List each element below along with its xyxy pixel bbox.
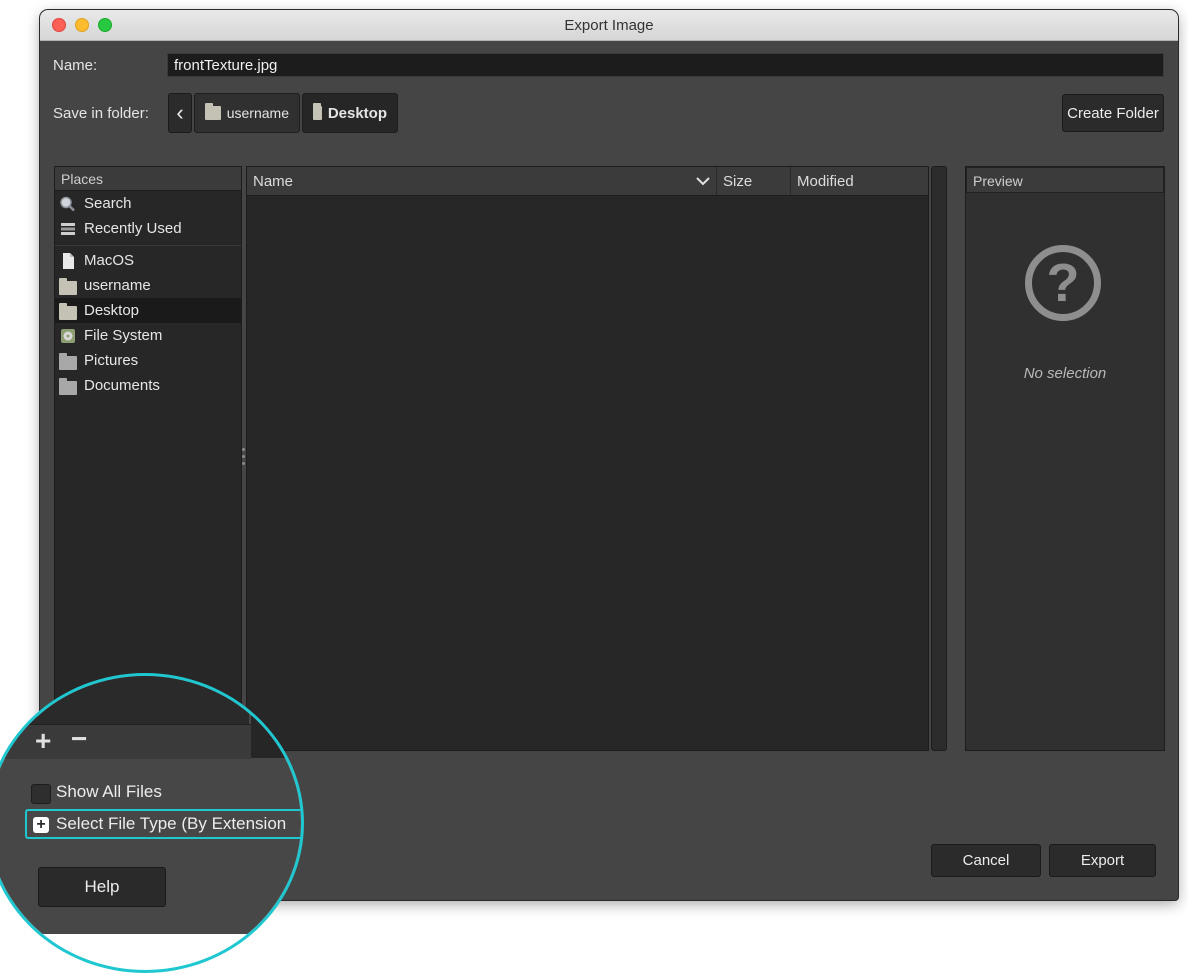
place-documents[interactable]: Documents [55,373,241,398]
expand-plus-icon: + [33,817,49,833]
save-in-folder-label: Save in folder: [53,105,149,122]
folder-icon [205,103,221,120]
remove-place-icon[interactable]: − [71,725,87,753]
column-header-modified[interactable]: Modified [791,167,928,195]
place-label: Documents [84,377,160,394]
folder-icon [313,103,322,120]
place-label: Search [84,195,132,212]
pane-splitter-handle[interactable] [242,455,245,458]
folder-icon [59,352,77,370]
place-label: Recently Used [84,220,182,237]
preview-panel: Preview ? No selection [965,166,1165,751]
breadcrumb-label: username [226,105,289,121]
chevron-down-icon [696,173,710,190]
places-toolbar: + − [0,724,251,759]
file-list-header: Name Size Modified [247,167,928,196]
create-folder-button[interactable]: Create Folder [1062,94,1164,132]
places-header: Places [55,167,241,191]
preview-empty-text: No selection [1023,365,1107,382]
place-label: username [84,277,151,294]
preview-header: Preview [966,167,1164,193]
file-name-input[interactable] [167,53,1164,77]
chevron-left-icon: ‹ [176,100,184,125]
place-recently-used[interactable]: Recently Used [55,216,241,241]
pane-splitter-handle[interactable] [242,462,245,465]
place-label: Pictures [84,352,139,369]
title-bar: Export Image [40,10,1178,41]
show-all-files-checkbox[interactable] [31,784,51,804]
place-search[interactable]: Search [55,191,241,216]
question-icon: ? [1025,245,1101,321]
column-label: Size [723,172,753,190]
place-pictures[interactable]: Pictures [55,348,241,373]
select-file-type-label: Select File Type (By Extension [56,814,287,833]
column-label: Name [253,172,294,190]
place-label: Desktop [84,302,140,319]
breadcrumb-username[interactable]: username [194,93,300,133]
file-list[interactable]: Name Size Modified [246,166,929,751]
help-button[interactable]: Help [38,867,166,907]
file-list-scrollbar[interactable] [931,166,947,751]
disk-icon [59,328,77,344]
cancel-button[interactable]: Cancel [931,844,1041,877]
place-file-system[interactable]: File System [55,323,241,348]
breadcrumb-desktop[interactable]: Desktop [302,93,398,133]
export-button[interactable]: Export [1049,844,1156,877]
folder-icon [59,277,77,295]
zoomed-file-list [251,676,301,758]
zoom-callout: + − Show All Files + Select File Type (B… [0,673,304,973]
pane-splitter-handle[interactable] [242,448,245,451]
name-label: Name: [53,57,98,74]
show-all-files-label: Show All Files [56,782,162,801]
place-label: File System [84,327,163,344]
places-divider [55,241,241,246]
breadcrumb-label: Desktop [327,104,387,122]
path-back-button[interactable]: ‹ [168,93,192,133]
place-username[interactable]: username [55,273,241,298]
window-title: Export Image [564,17,654,34]
search-icon [59,196,77,212]
place-label: MacOS [84,252,135,269]
places-panel: Places Search Recently Used MacOS userna… [54,166,242,751]
place-macos[interactable]: MacOS [55,248,241,273]
column-label: Modified [797,172,854,190]
document-icon [59,252,77,269]
recent-icon [59,221,77,237]
column-header-name[interactable]: Name [247,167,717,195]
add-place-icon[interactable]: + [35,727,51,755]
place-desktop[interactable]: Desktop [55,298,241,323]
folder-icon [59,302,77,320]
column-header-size[interactable]: Size [717,167,791,195]
folder-icon [59,377,77,395]
